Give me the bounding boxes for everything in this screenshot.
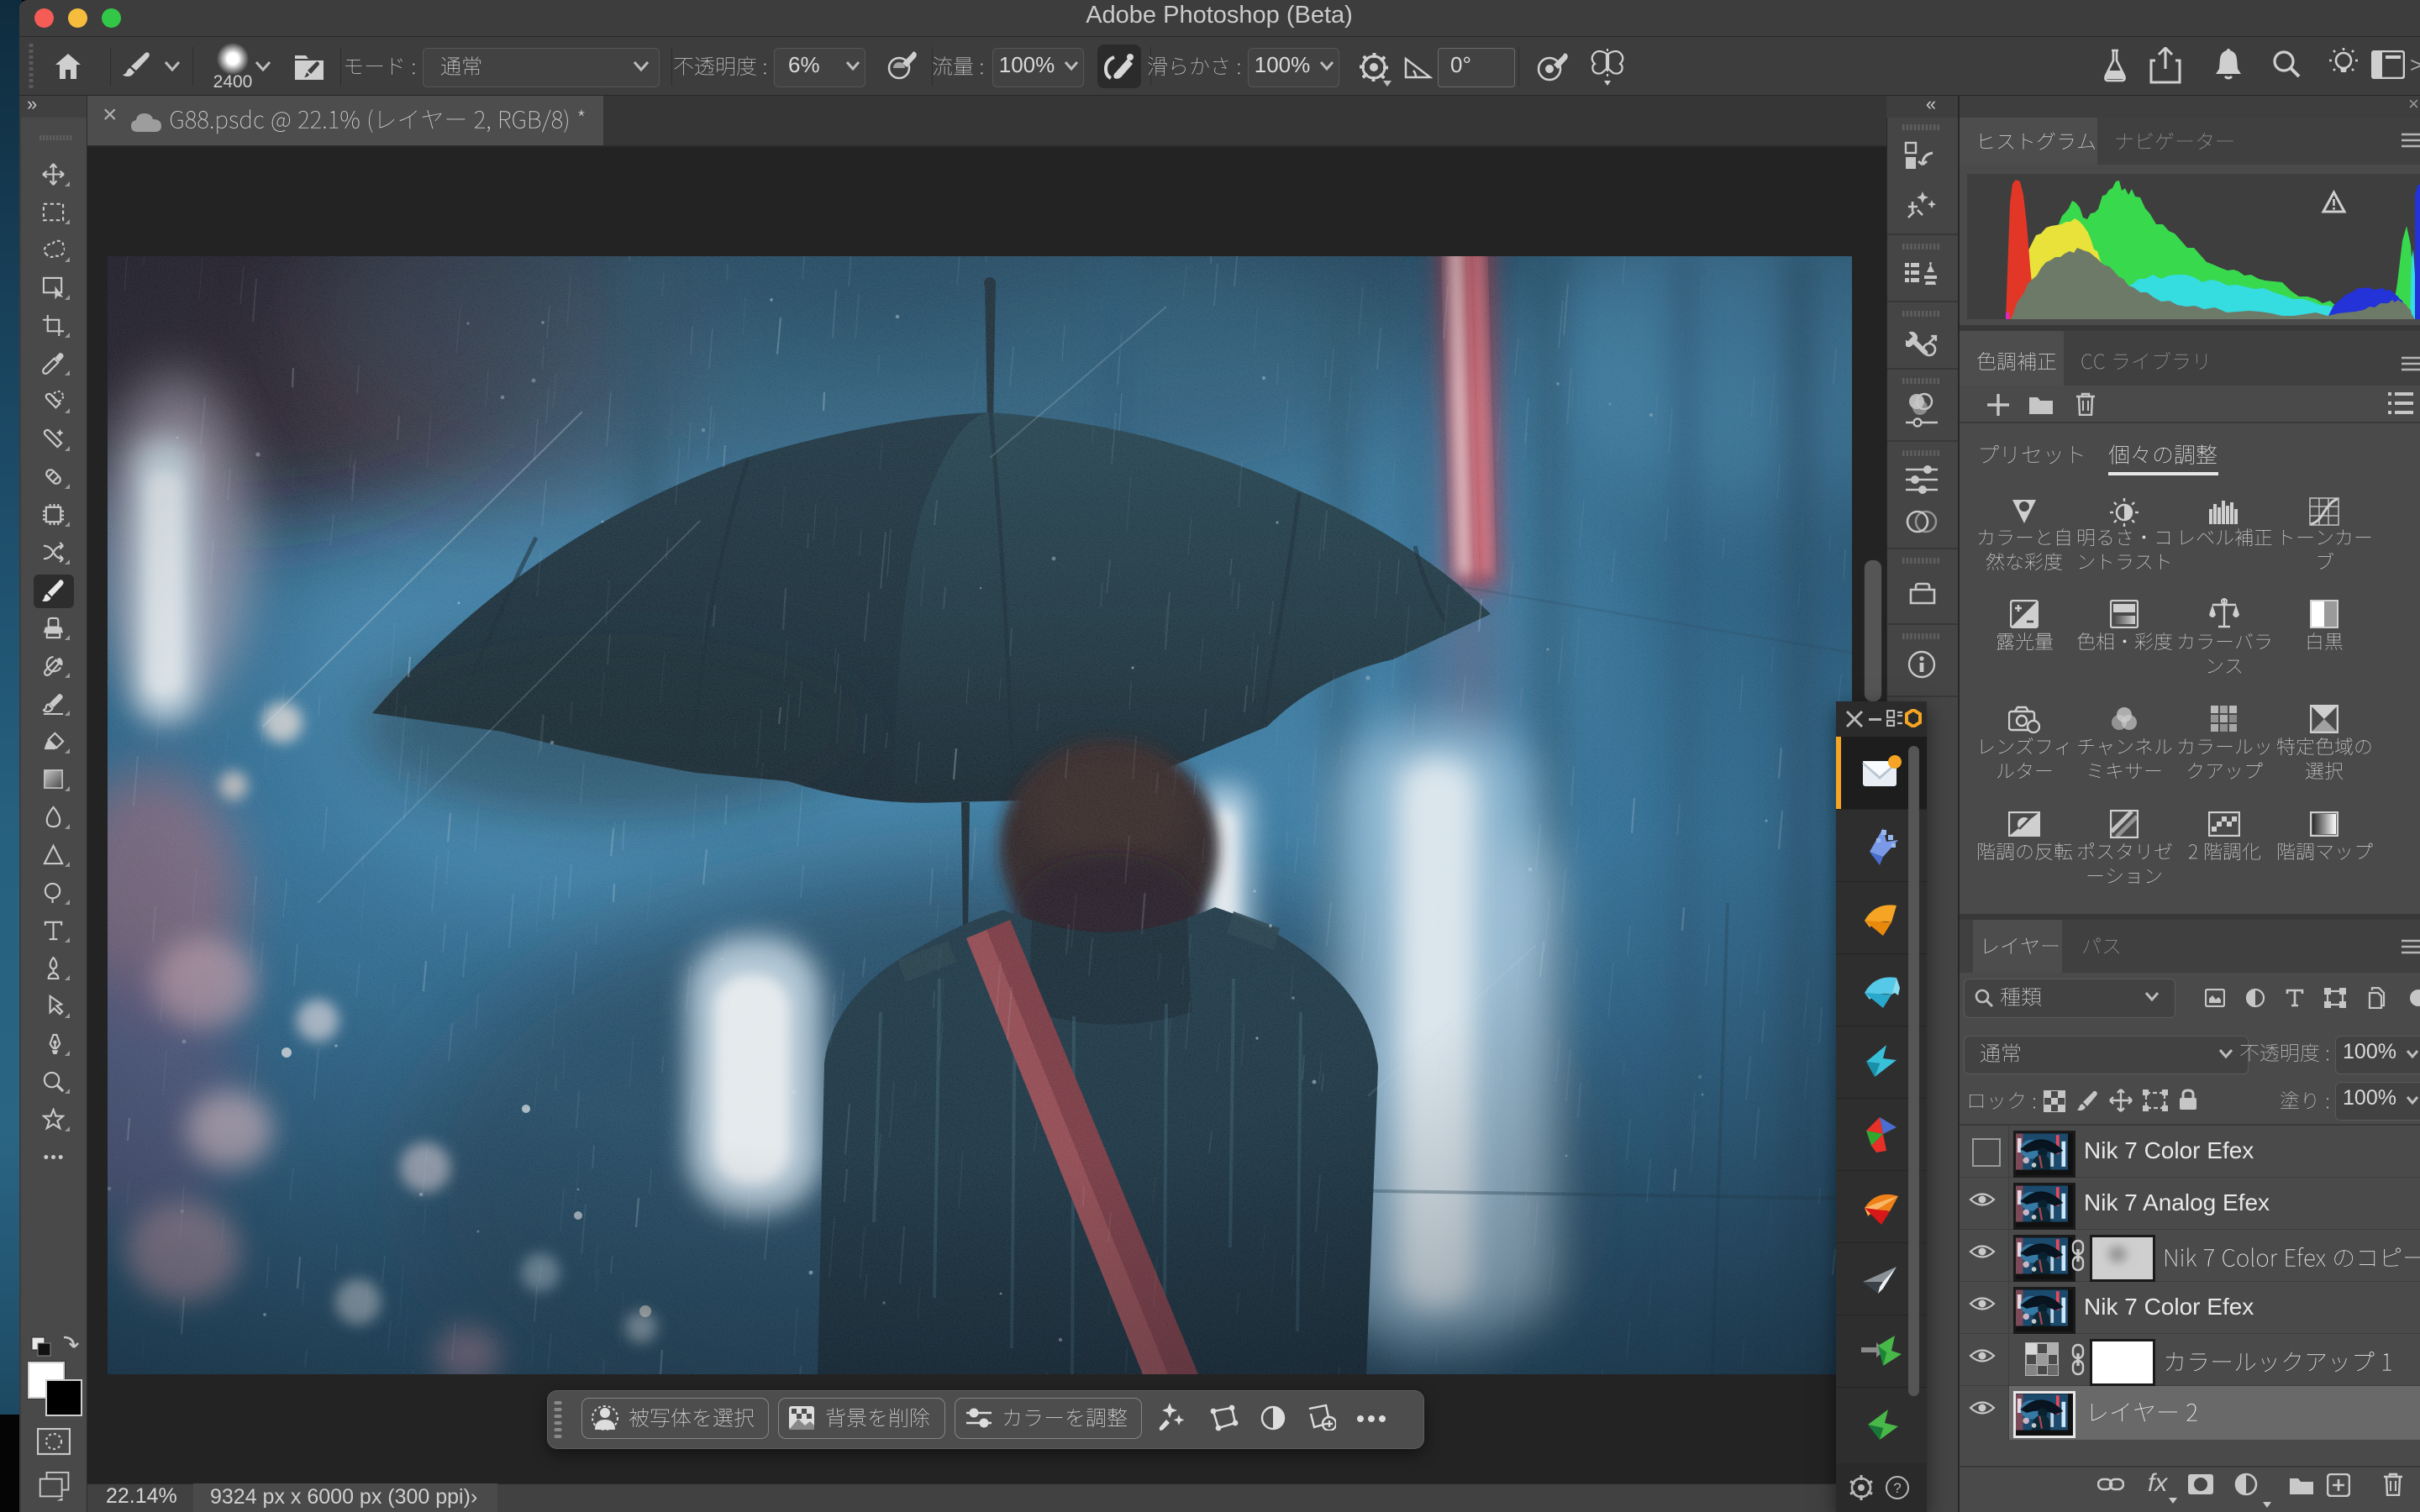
svg-text:?: ? bbox=[1893, 1480, 1901, 1496]
